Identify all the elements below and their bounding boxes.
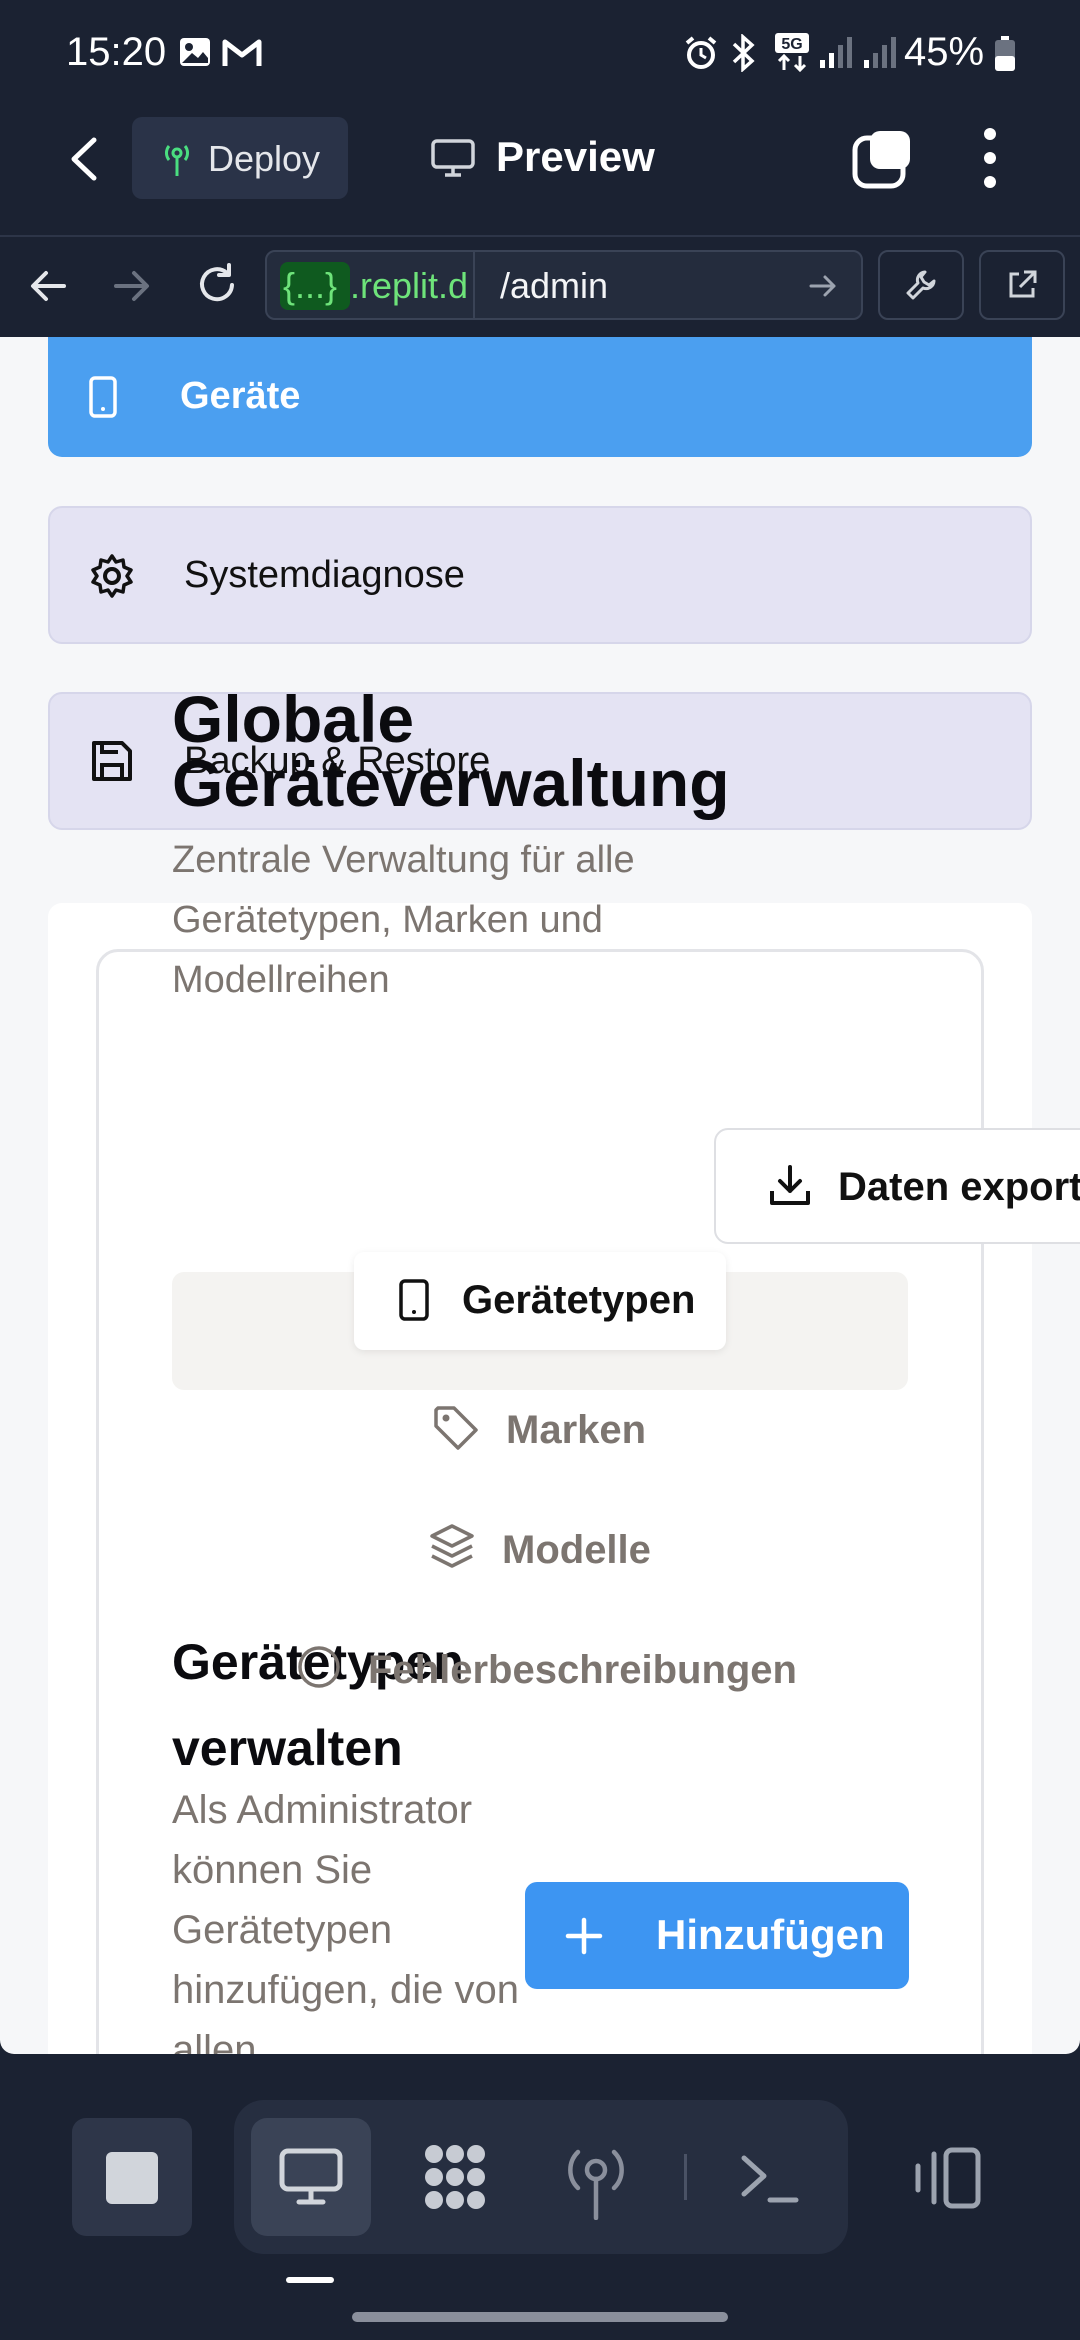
- monitor-icon: [279, 2148, 343, 2206]
- signal-icon: [818, 36, 854, 70]
- browser-back-icon[interactable]: [28, 266, 68, 306]
- deploy-icon[interactable]: [566, 2138, 626, 2220]
- home-indicator[interactable]: [352, 2312, 728, 2322]
- tag-icon: [432, 1404, 480, 1452]
- battery-percent: 45%: [904, 30, 985, 74]
- add-button-label: Hinzufügen: [656, 1911, 885, 1958]
- active-tab-indicator: [286, 2277, 334, 2283]
- stop-icon: [106, 2152, 158, 2204]
- split-view-icon[interactable]: [912, 2146, 984, 2210]
- download-icon: [768, 1163, 812, 1207]
- tab-geraetetypen[interactable]: Gerätetypen: [354, 1252, 726, 1350]
- status-time: 15:20: [66, 30, 167, 74]
- page-description: Zentrale Verwaltung für alle Gerätetypen…: [172, 839, 635, 1001]
- url-divider: [473, 252, 475, 318]
- signal-icon: [862, 36, 898, 70]
- alarm-icon: [684, 36, 718, 70]
- tab-label: Marken: [506, 1408, 647, 1452]
- apps-grid-icon[interactable]: [418, 2140, 492, 2214]
- image-icon: [178, 36, 212, 68]
- preview-title[interactable]: Preview: [496, 133, 655, 181]
- tab-label: Fehlerbeschreibungen: [368, 1648, 797, 1692]
- tab-fehlerbeschreibungen[interactable]: Fehlerbeschreibungen: [296, 1634, 816, 1704]
- url-domain-token: {...}: [283, 265, 338, 306]
- export-button[interactable]: Daten export: [714, 1128, 1080, 1244]
- svg-text:5G: 5G: [781, 36, 802, 53]
- reload-icon[interactable]: [194, 262, 240, 308]
- go-arrow-icon[interactable]: [808, 271, 838, 301]
- wrench-icon: [904, 268, 938, 302]
- more-vertical-icon[interactable]: [982, 128, 998, 188]
- external-link-icon: [1005, 268, 1039, 302]
- bluetooth-icon: [730, 34, 758, 72]
- smartphone-icon: [398, 1278, 430, 1322]
- tool-divider: [684, 2154, 687, 2200]
- page-title: Globale Geräteverwaltung: [172, 682, 730, 820]
- export-label: Daten export: [838, 1165, 1080, 1209]
- plus-icon: [565, 1917, 603, 1955]
- 5g-icon: 5G: [774, 32, 810, 72]
- content-clip: Globale Geräteverwaltung Zentrale Verwal…: [0, 337, 1080, 2054]
- battery-icon: [994, 36, 1016, 72]
- url-path-input[interactable]: /admin: [500, 265, 608, 307]
- deploy-icon: [160, 140, 194, 178]
- browser-forward-icon[interactable]: [112, 266, 152, 306]
- monitor-icon: [430, 138, 476, 178]
- terminal-icon[interactable]: [738, 2152, 800, 2206]
- url-domain: .replit.d: [350, 265, 469, 306]
- tabs-switcher-icon[interactable]: [852, 128, 914, 190]
- deploy-label: Deploy: [208, 138, 321, 179]
- tab-label: Gerätetypen: [462, 1278, 696, 1322]
- add-button[interactable]: Hinzufügen: [525, 1882, 909, 1989]
- gmail-icon: [222, 38, 262, 68]
- back-arrow-icon[interactable]: [66, 136, 100, 182]
- section-description: Als Administrator können Sie Gerätetypen…: [172, 1788, 519, 2054]
- layers-icon: [428, 1522, 476, 1570]
- tab-label: Modelle: [502, 1528, 651, 1572]
- tab-modelle[interactable]: Modelle: [428, 1514, 668, 1584]
- tab-marken[interactable]: Marken: [430, 1394, 670, 1464]
- alert-circle-icon: [296, 1644, 342, 1690]
- status-bar: 15:20 5G 45%: [0, 0, 1080, 110]
